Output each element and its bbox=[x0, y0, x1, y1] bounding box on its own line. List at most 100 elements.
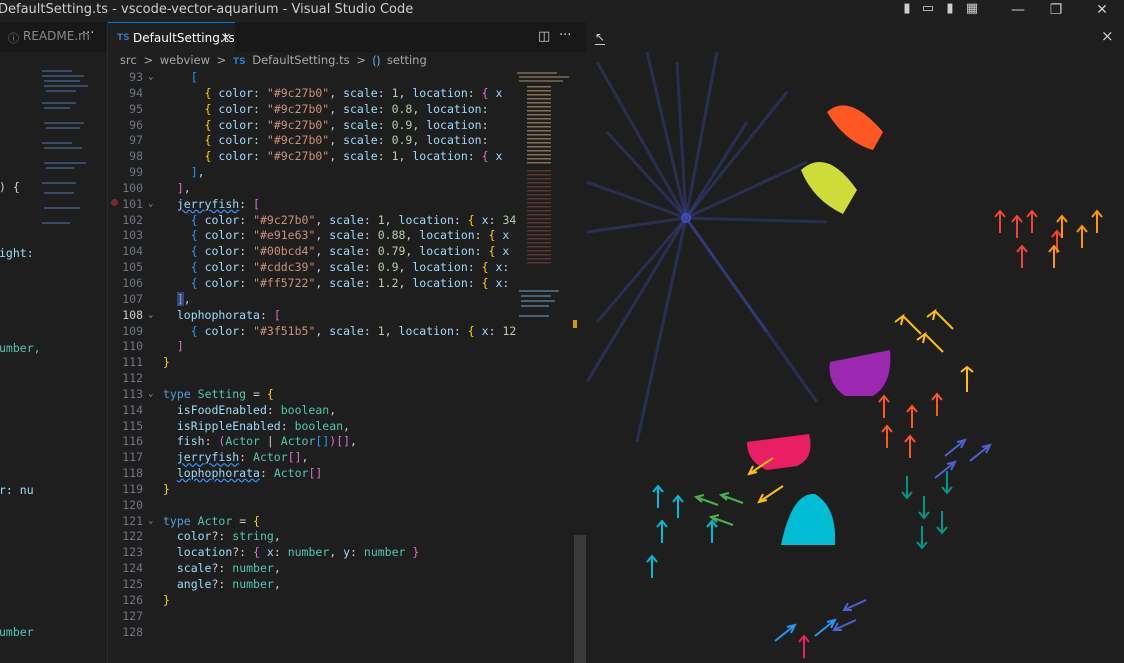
code-text[interactable]: isRippleEnabled: boolean, bbox=[163, 419, 350, 435]
code-text[interactable]: type Actor = { bbox=[163, 514, 260, 530]
fold-chevron-icon[interactable]: ⌄ bbox=[148, 197, 153, 213]
code-text[interactable]: scale?: number, bbox=[163, 561, 281, 577]
tab-defaultsetting[interactable]: TS DefaultSetting.ts × bbox=[108, 22, 235, 53]
editor-scrollbar[interactable] bbox=[574, 535, 586, 663]
code-text[interactable]: { color: "#9c27b0", scale: 1, location: … bbox=[163, 86, 503, 102]
code-line[interactable]: 110 ] bbox=[108, 339, 520, 355]
code-line[interactable]: 98 { color: "#9c27b0", scale: 1, locatio… bbox=[108, 149, 520, 165]
code-text[interactable]: isFoodEnabled: boolean, bbox=[163, 403, 336, 419]
code-line[interactable]: 112 bbox=[108, 371, 520, 387]
fold-chevron-icon[interactable]: ⌄ bbox=[148, 70, 153, 86]
customize-layout-icon[interactable]: ▦ bbox=[964, 1, 980, 17]
split-editor-icon[interactable]: ◫ bbox=[538, 29, 550, 44]
breadcrumb-file[interactable]: DefaultSetting.ts bbox=[252, 53, 349, 67]
code-text[interactable]: lophophorata: [ bbox=[163, 308, 281, 324]
code-text[interactable]: { color: "#3f51b5", scale: 1, location: … bbox=[163, 324, 517, 340]
code-text[interactable]: angle?: number, bbox=[163, 577, 281, 593]
code-line[interactable]: 123 location?: { x: number, y: number } bbox=[108, 545, 520, 561]
code-line[interactable]: 105 { color: "#cddc39", scale: 0.9, loca… bbox=[108, 260, 520, 276]
aquarium-canvas[interactable] bbox=[587, 22, 1124, 663]
code-text[interactable]: type Setting = { bbox=[163, 387, 274, 403]
toggle-panel-icon[interactable]: ▭ bbox=[920, 1, 936, 17]
code-line[interactable]: 109 { color: "#3f51b5", scale: 1, locati… bbox=[108, 324, 520, 340]
code-line[interactable]: 114 isFoodEnabled: boolean, bbox=[108, 403, 520, 419]
minimap[interactable] bbox=[513, 70, 583, 660]
toggle-primary-sidebar-icon[interactable]: ▮ bbox=[899, 1, 915, 17]
code-line[interactable]: 117 jerryfish: Actor[], bbox=[108, 450, 520, 466]
maximize-button[interactable]: ❐ bbox=[1036, 0, 1076, 22]
editor-more-actions-icon[interactable]: ··· bbox=[559, 28, 571, 43]
tab-readme[interactable]: README.m bbox=[23, 29, 90, 43]
line-number: 96 bbox=[129, 117, 143, 132]
code-line[interactable]: 99 ], bbox=[108, 165, 520, 181]
code-line[interactable]: 119} bbox=[108, 482, 520, 498]
breadcrumb-src[interactable]: src bbox=[120, 53, 137, 67]
code-line[interactable]: 104 { color: "#00bcd4", scale: 0.79, loc… bbox=[108, 244, 520, 260]
code-text[interactable]: { color: "#9c27b0", scale: 1, location: … bbox=[163, 149, 503, 165]
code-text[interactable]: jerryfish: [ bbox=[163, 197, 260, 213]
code-line[interactable]: 97 { color: "#9c27b0", scale: 0.9, locat… bbox=[108, 133, 520, 149]
code-line[interactable]: 96 { color: "#9c27b0", scale: 0.9, locat… bbox=[108, 118, 520, 134]
code-text[interactable]: { color: "#9c27b0", scale: 0.8, location… bbox=[163, 102, 489, 118]
fold-chevron-icon[interactable]: ⌄ bbox=[148, 514, 153, 530]
code-line[interactable]: 128 bbox=[108, 625, 520, 641]
code-text[interactable]: { color: "#00bcd4", scale: 0.79, locatio… bbox=[163, 244, 510, 260]
code-line[interactable]: 106 { color: "#ff5722", scale: 1.2, loca… bbox=[108, 276, 520, 292]
line-number: 110 bbox=[122, 339, 143, 354]
code-line[interactable]: 121 ⌄ type Actor = { bbox=[108, 514, 520, 530]
code-line[interactable]: 125 angle?: number, bbox=[108, 577, 520, 593]
code-lines[interactable]: 93 ⌄ [94 { color: "#9c27b0", scale: 1, lo… bbox=[108, 70, 520, 640]
code-text[interactable]: lophophorata: Actor[] bbox=[163, 466, 322, 482]
code-text[interactable]: } bbox=[163, 355, 170, 371]
code-text[interactable]: { color: "#ff5722", scale: 1.2, location… bbox=[163, 276, 510, 292]
code-line[interactable]: 113 ⌄ type Setting = { bbox=[108, 387, 520, 403]
minimize-button[interactable]: — bbox=[998, 0, 1038, 22]
code-text[interactable]: { color: "#9c27b0", scale: 0.9, location… bbox=[163, 118, 489, 134]
code-line[interactable]: 116 fish: (Actor | Actor[])[], bbox=[108, 434, 520, 450]
code-line[interactable]: 115 isRippleEnabled: boolean, bbox=[108, 419, 520, 435]
tab-close-icon[interactable]: × bbox=[220, 23, 232, 53]
code-line[interactable]: 120 bbox=[108, 498, 520, 514]
code-line[interactable]: 101 ⌄ jerryfish: [ bbox=[108, 197, 520, 213]
code-line[interactable]: 118 lophophorata: Actor[] bbox=[108, 466, 520, 482]
code-line[interactable]: 93 ⌄ [ bbox=[108, 70, 520, 86]
breakpoint-marker[interactable] bbox=[111, 199, 118, 206]
close-window-button[interactable]: ✕ bbox=[1082, 0, 1122, 22]
code-text[interactable]: color?: string, bbox=[163, 529, 281, 545]
toggle-secondary-sidebar-icon[interactable]: ▮ bbox=[942, 1, 958, 17]
code-line[interactable]: 100 ], bbox=[108, 181, 520, 197]
code-text[interactable]: } bbox=[163, 593, 170, 609]
breadcrumb-setting[interactable]: setting bbox=[387, 53, 427, 67]
code-text[interactable]: fish: (Actor | Actor[])[], bbox=[163, 434, 357, 450]
code-line[interactable]: 102 { color: "#9c27b0", scale: 1, locati… bbox=[108, 213, 520, 229]
code-line[interactable]: 111} bbox=[108, 355, 520, 371]
more-actions-icon[interactable]: ··· bbox=[82, 26, 94, 41]
aquarium-preview-panel[interactable]: ↖ × bbox=[587, 22, 1124, 663]
code-text[interactable]: { color: "#e91e63", scale: 0.88, locatio… bbox=[163, 228, 510, 244]
code-line[interactable]: 108 ⌄ lophophorata: [ bbox=[108, 308, 520, 324]
code-text[interactable]: ], bbox=[163, 181, 191, 197]
code-line[interactable]: 126} bbox=[108, 593, 520, 609]
code-text[interactable]: } bbox=[163, 482, 170, 498]
fold-chevron-icon[interactable]: ⌄ bbox=[148, 308, 153, 324]
code-text[interactable]: ], bbox=[163, 291, 191, 308]
fold-chevron-icon[interactable]: ⌄ bbox=[148, 387, 153, 403]
code-editor[interactable]: src > webview > TS DefaultSetting.ts > ⟮… bbox=[108, 52, 586, 663]
code-line[interactable]: 122 color?: string, bbox=[108, 529, 520, 545]
code-text[interactable]: ] bbox=[163, 339, 184, 355]
breadcrumb-webview[interactable]: webview bbox=[160, 53, 210, 67]
code-text[interactable]: { color: "#cddc39", scale: 0.9, location… bbox=[163, 260, 510, 276]
code-line[interactable]: 107 ], bbox=[108, 291, 520, 308]
code-line[interactable]: 95 { color: "#9c27b0", scale: 0.8, locat… bbox=[108, 102, 520, 118]
line-number: 104 bbox=[122, 244, 143, 259]
code-line[interactable]: 124 scale?: number, bbox=[108, 561, 520, 577]
code-text[interactable]: [ bbox=[163, 70, 198, 86]
code-text[interactable]: location?: { x: number, y: number } bbox=[163, 545, 419, 561]
code-text[interactable]: ], bbox=[163, 165, 205, 181]
code-line[interactable]: 94 { color: "#9c27b0", scale: 1, locatio… bbox=[108, 86, 520, 102]
code-line[interactable]: 103 { color: "#e91e63", scale: 0.88, loc… bbox=[108, 228, 520, 244]
code-text[interactable]: jerryfish: Actor[], bbox=[163, 450, 309, 466]
code-text[interactable]: { color: "#9c27b0", scale: 1, location: … bbox=[163, 213, 517, 229]
code-line[interactable]: 127 bbox=[108, 609, 520, 625]
code-text[interactable]: { color: "#9c27b0", scale: 0.9, location… bbox=[163, 133, 489, 149]
